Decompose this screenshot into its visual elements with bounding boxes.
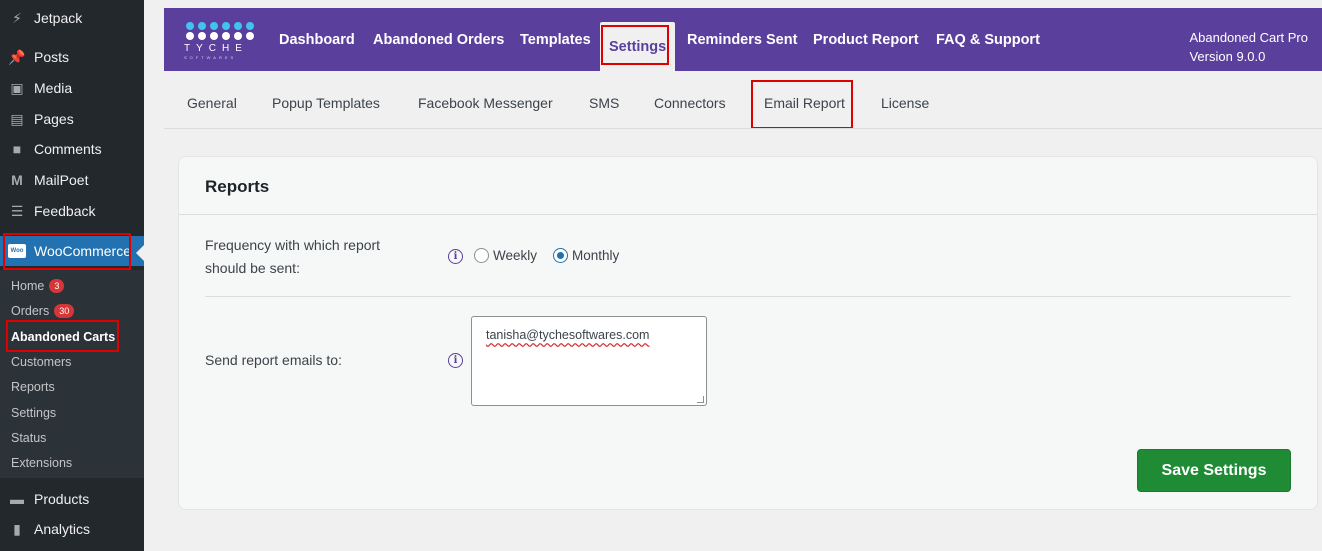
radio-circle [553,248,568,263]
nav-templates[interactable]: Templates [520,8,591,71]
info-icon[interactable]: i [448,249,463,264]
sidebar-item-analytics[interactable]: ▮ Analytics [0,514,144,544]
submenu-item-label: Reports [11,380,55,394]
save-settings-button[interactable]: Save Settings [1137,449,1291,492]
submenu-item-status[interactable]: Status [11,431,46,445]
subtab-facebook-messenger[interactable]: Facebook Messenger [418,95,553,111]
subtab-connectors[interactable]: Connectors [654,95,726,111]
mailpoet-icon: M [11,172,23,188]
submenu-item-settings[interactable]: Settings [11,406,56,420]
emails-label: Send report emails to: [205,352,342,368]
submenu-item-label: Customers [11,355,72,369]
woo-icon: Woo [8,244,26,258]
info-icon[interactable]: i [448,353,463,368]
submenu-item-orders[interactable]: Orders 30 [11,304,75,318]
count-badge: 30 [54,304,75,318]
sidebar-item-mailpoet[interactable]: M MailPoet [0,165,144,195]
submenu-item-reports[interactable]: Reports [11,380,55,394]
submenu-item-label: Settings [11,406,57,420]
nav-product-report[interactable]: Product Report [813,8,919,71]
logo-wordmark: TYCHE [184,43,248,54]
logo-dots [186,32,254,40]
version-number: Version 9.0.0 [1189,49,1266,64]
nav-abandoned-orders[interactable]: Abandoned Orders [373,8,504,71]
submenu-item-label: Orders [11,304,50,318]
woocommerce-submenu [0,270,144,478]
sidebar-item-posts[interactable]: 📌 Posts [0,42,144,72]
products-icon: ▬ [10,491,24,507]
woo-icon-wrap: Woo [8,242,26,260]
submenu-item-label: Extensions [11,456,73,470]
current-menu-arrow [136,245,144,261]
frequency-label-line: should be sent: [205,260,300,276]
submenu-item-label: Status [11,431,47,445]
radio-circle [474,248,489,263]
nav-dashboard[interactable]: Dashboard [279,8,355,71]
sidebar-item-media[interactable]: ▣ Media [0,73,144,103]
count-badge: 3 [49,279,65,293]
radio-weekly[interactable]: Weekly [474,248,537,263]
logo-subtext: SOFTWARES [184,55,237,60]
plugin-top-nav: TYCHE SOFTWARES Dashboard Abandoned Orde… [164,8,1322,71]
sidebar-item-woocommerce[interactable]: Woo WooCommerce [0,236,144,266]
sidebar-item-pages[interactable]: ▤ Pages [0,104,144,134]
submenu-item-customers[interactable]: Customers [11,355,71,369]
submenu-item-extensions[interactable]: Extensions [11,456,72,470]
sidebar-item-comments[interactable]: ■ Comments [0,134,144,164]
comment-icon: ■ [12,141,22,157]
radio-monthly[interactable]: Monthly [553,248,619,263]
subtab-sms[interactable]: SMS [589,95,619,111]
logo-dots [186,22,254,30]
pages-icon: ▤ [10,110,24,127]
feedback-icon: ☰ [10,202,24,219]
submenu-item-home[interactable]: Home 3 [11,279,65,293]
frequency-label: Frequency with which report should be se… [205,234,380,280]
admin-sidebar: ⚡ Jetpack 📌 Posts ▣ Media ▤ Pages ■ Comm… [0,0,144,551]
subtab-general[interactable]: General [187,95,237,111]
section-title: Reports [205,177,270,196]
tyche-logo[interactable]: TYCHE SOFTWARES [184,22,254,62]
nav-faq-support[interactable]: FAQ & Support [936,8,1040,71]
radio-label: Monthly [572,248,620,263]
submenu-item-label: Home [11,279,45,293]
subtab-popup-templates[interactable]: Popup Templates [272,95,380,111]
tab-divider [164,128,1322,129]
submenu-item-label: Abandoned Carts [11,330,116,344]
subtab-license[interactable]: License [881,95,929,111]
pin-icon: 📌 [8,48,26,65]
product-name: Abandoned Cart Pro [1189,30,1308,45]
sidebar-item-feedback[interactable]: ☰ Feedback [0,196,144,226]
report-emails-textarea[interactable]: tanisha@tychesoftwares.com [471,316,707,406]
sidebar-item-jetpack[interactable]: ⚡ Jetpack [0,3,144,33]
divider [205,296,1291,297]
media-icon: ▣ [10,79,24,96]
nav-settings[interactable]: Settings [600,22,676,71]
plugin-version: Abandoned Cart Pro Version 9.0.0 [1189,28,1308,66]
reports-card: Reports Frequency with which report shou… [178,156,1318,510]
email-value: tanisha@tychesoftwares.com [486,328,650,342]
sidebar-item-products[interactable]: ▬ Products [0,484,144,514]
nav-reminders-sent[interactable]: Reminders Sent [687,8,797,71]
divider [179,214,1317,215]
resize-handle[interactable] [697,396,704,403]
analytics-icon: ▮ [13,520,21,537]
subtab-email-report[interactable]: Email Report [764,95,845,111]
frequency-label-line: Frequency with which report [205,237,381,253]
radio-label: Weekly [493,248,538,263]
submenu-item-abandoned-carts[interactable]: Abandoned Carts [11,330,115,344]
jetpack-icon: ⚡ [12,9,22,26]
